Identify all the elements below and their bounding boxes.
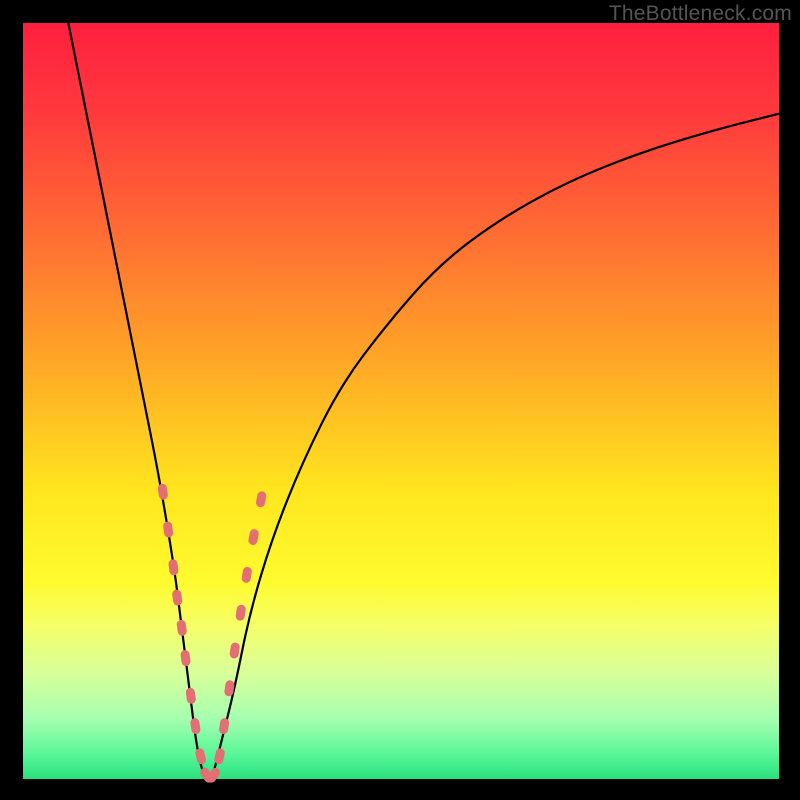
marker-point [185, 687, 196, 704]
watermark-text: TheBottleneck.com [609, 2, 792, 26]
marker-point [213, 748, 225, 766]
marker-point [163, 521, 174, 538]
marker-point [194, 748, 206, 766]
marker-point [241, 566, 253, 583]
marker-point [172, 589, 183, 606]
marker-point [176, 619, 187, 636]
marker-point [157, 483, 168, 500]
marker-point [190, 717, 201, 734]
marker-point [218, 718, 229, 735]
curve-layer [23, 23, 779, 779]
marker-group [157, 483, 267, 784]
marker-point [255, 491, 267, 508]
bottleneck-curve [68, 23, 779, 779]
chart-frame: TheBottleneck.com [0, 0, 800, 800]
marker-point [168, 559, 179, 576]
marker-point [229, 642, 240, 659]
marker-point [248, 528, 260, 545]
marker-point [180, 650, 191, 667]
marker-point [235, 604, 246, 621]
